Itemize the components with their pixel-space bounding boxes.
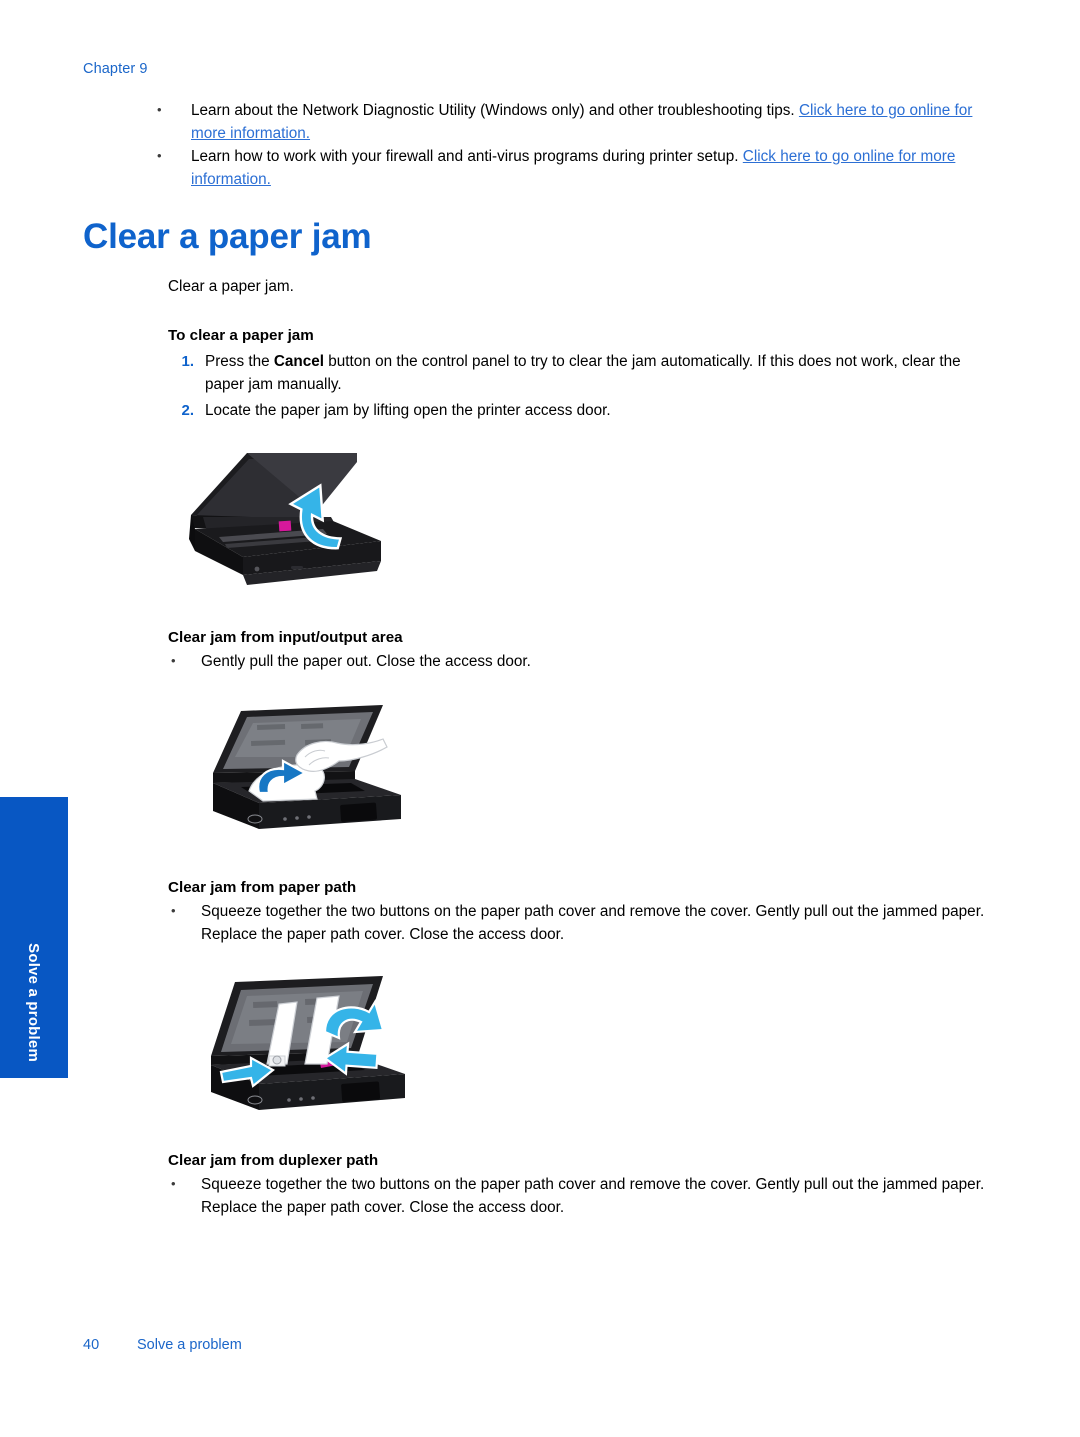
open-door-svg (189, 452, 381, 585)
list-item: Squeeze together the two buttons on the … (168, 900, 988, 946)
list-item: Gently pull the paper out. Close the acc… (168, 650, 988, 674)
page-content: Learn about the Network Diagnostic Utili… (83, 99, 988, 1219)
section-input-output: Clear jam from input/output area Gently … (168, 629, 988, 674)
step-text-part1: Press the (205, 353, 274, 370)
section-duplexer-path: Clear jam from duplexer path Squeeze tog… (168, 1152, 988, 1219)
list-item: Locate the paper jam by lifting open the… (168, 400, 988, 423)
procedure-step-list: Press the Cancel button on the control p… (168, 351, 988, 423)
step-text-part1: Locate the paper jam by lifting open the… (205, 402, 611, 419)
section-bullet-list: Gently pull the paper out. Close the acc… (168, 650, 988, 674)
page-title: Clear a paper jam (83, 217, 372, 256)
section-bullet-list: Squeeze together the two buttons on the … (168, 1173, 988, 1219)
paper-path-svg (211, 976, 405, 1110)
footer-section-name: Solve a problem (137, 1337, 242, 1353)
printer-pull-paper-illustration (205, 695, 988, 855)
side-thumb-tab-label: Solve a problem (25, 943, 43, 1062)
list-item: Learn about the Network Diagnostic Utili… (83, 99, 988, 145)
list-item: Press the Cancel button on the control p… (168, 351, 988, 396)
section-heading: Clear jam from paper path (168, 879, 357, 896)
bullet-text: Learn about the Network Diagnostic Utili… (191, 102, 799, 119)
page-footer: 40 Solve a problem (83, 1337, 242, 1353)
footer-page-number: 40 (83, 1337, 100, 1353)
section-heading: Clear jam from duplexer path (168, 1152, 379, 1169)
chapter-label: Chapter 9 (83, 61, 148, 77)
section-bullet-list: Squeeze together the two buttons on the … (168, 900, 988, 946)
list-item: Squeeze together the two buttons on the … (168, 1173, 988, 1219)
intro-bullet-list: Learn about the Network Diagnostic Utili… (83, 99, 988, 191)
bullet-text: Learn how to work with your firewall and… (191, 148, 743, 165)
pull-paper-svg (213, 705, 401, 829)
document-page: Solve a problem Chapter 9 Learn about th… (0, 0, 1080, 1437)
cancel-button-name: Cancel (273, 353, 325, 370)
side-thumb-tab: Solve a problem (0, 797, 68, 1078)
procedure-heading: To clear a paper jam (168, 327, 314, 344)
list-item: Learn how to work with your firewall and… (83, 145, 988, 191)
procedure-block: To clear a paper jam Press the Cancel bu… (168, 327, 988, 423)
section-paper-path: Clear jam from paper path Squeeze togeth… (168, 879, 988, 946)
intro-paragraph: Clear a paper jam. (168, 278, 294, 295)
printer-paper-path-cover-illustration (201, 968, 988, 1128)
printer-open-access-door-illustration (181, 445, 988, 605)
section-heading: Clear jam from input/output area (168, 628, 403, 646)
